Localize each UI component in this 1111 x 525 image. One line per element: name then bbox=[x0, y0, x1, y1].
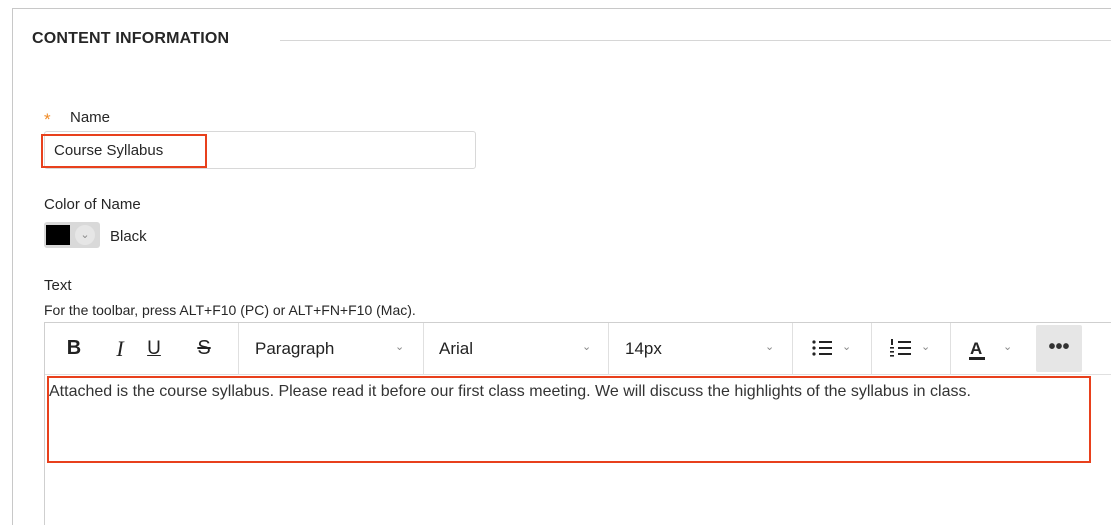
frame-border-left bbox=[12, 8, 13, 525]
text-color-button[interactable]: A bbox=[970, 323, 982, 374]
section-title: CONTENT INFORMATION bbox=[32, 30, 230, 48]
editor-toolbar: B I U S Paragraph ⌄ Arial ⌄ 14px ⌄ ⌄ ⌄ A… bbox=[45, 323, 1111, 375]
name-highlight-box bbox=[41, 134, 207, 168]
toolbar-hint: For the toolbar, press ALT+F10 (PC) or A… bbox=[44, 302, 416, 318]
chevron-down-icon: ⌄ bbox=[1003, 341, 1013, 353]
color-swatch bbox=[46, 225, 70, 245]
chevron-down-icon: ⌄ bbox=[765, 341, 775, 353]
chevron-down-icon: ⌄ bbox=[75, 225, 95, 245]
section-divider bbox=[280, 40, 1111, 41]
chevron-down-icon: ⌄ bbox=[842, 341, 852, 353]
toolbar-separator bbox=[238, 323, 239, 374]
toolbar-separator bbox=[871, 323, 872, 374]
frame-border-top bbox=[12, 8, 1111, 9]
color-name-value: Black bbox=[110, 228, 147, 245]
font-size-dropdown[interactable]: 14px bbox=[625, 323, 662, 374]
underline-button[interactable]: U bbox=[143, 323, 165, 374]
numbered-list-icon[interactable] bbox=[890, 337, 912, 359]
name-label: Name bbox=[70, 109, 111, 126]
bold-button[interactable]: B bbox=[63, 323, 85, 374]
chevron-down-icon: ⌄ bbox=[582, 341, 592, 353]
paragraph-format-dropdown[interactable]: Paragraph bbox=[255, 323, 334, 374]
bulleted-list-icon[interactable] bbox=[811, 337, 833, 359]
editor-highlight-box bbox=[47, 376, 1091, 463]
text-label: Text bbox=[44, 277, 72, 294]
required-marker: * bbox=[44, 110, 51, 129]
chevron-down-icon: ⌄ bbox=[921, 341, 931, 353]
color-of-name-label: Color of Name bbox=[44, 196, 141, 213]
text-color-indicator bbox=[969, 357, 985, 360]
toolbar-separator bbox=[423, 323, 424, 374]
color-picker-button[interactable]: ⌄ bbox=[44, 222, 100, 248]
italic-button[interactable]: I bbox=[111, 323, 129, 374]
toolbar-separator bbox=[608, 323, 609, 374]
chevron-down-icon: ⌄ bbox=[395, 341, 405, 353]
toolbar-separator bbox=[950, 323, 951, 374]
toolbar-separator bbox=[792, 323, 793, 374]
font-family-dropdown[interactable]: Arial bbox=[439, 323, 473, 374]
strikethrough-button[interactable]: S bbox=[193, 323, 215, 374]
more-options-button[interactable]: ••• bbox=[1036, 325, 1082, 372]
